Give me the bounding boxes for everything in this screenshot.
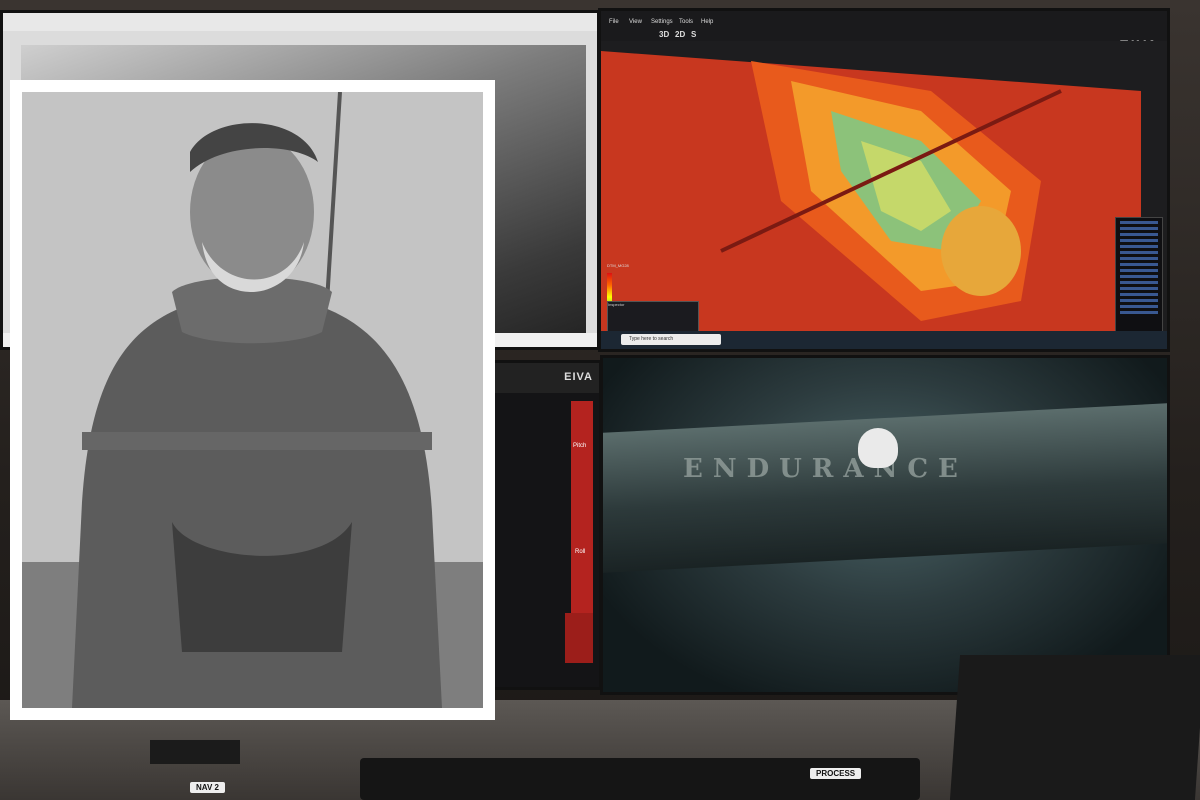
toolbar-s-button[interactable]: S <box>691 30 696 39</box>
monitor-bottom-left: EIVA Pitch Roll <box>490 360 602 690</box>
taskbar-search-box[interactable]: Type here to search <box>621 334 721 345</box>
monitor-top-right: File View Settings Tools Help 3D 2D S EI… <box>598 8 1170 352</box>
range-readout-panel <box>565 613 593 663</box>
roll-label: Roll <box>575 549 586 555</box>
usb-hub <box>150 740 240 764</box>
app-menu-bar: File View Settings Tools Help 3D 2D S <box>601 11 1167 41</box>
monitor-bottom-right: ENDURANCE <box>600 355 1170 695</box>
sea-anemone <box>858 428 898 468</box>
menu-settings[interactable]: Settings <box>651 19 673 25</box>
menu-file[interactable]: File <box>609 19 619 25</box>
key-label-process: PROCESS <box>810 768 862 779</box>
shipwreck-point-cloud <box>601 51 1141 337</box>
inspector-panel[interactable]: Inspector <box>607 301 699 333</box>
project-tree-panel[interactable] <box>1115 217 1163 337</box>
attitude-indicator <box>571 401 593 613</box>
3d-viewport[interactable]: DTM_MG28 <box>601 41 1167 337</box>
viewer-title-bar <box>3 13 597 31</box>
portrait-figure <box>22 92 483 708</box>
pitch-label: Pitch <box>573 443 587 449</box>
windows-taskbar: Type here to search <box>601 331 1167 349</box>
inspector-title: Inspector <box>608 302 625 307</box>
eiva-logo-small: EIVA <box>564 371 593 383</box>
laptop-device <box>949 655 1200 800</box>
menu-tools[interactable]: Tools <box>679 19 693 25</box>
eiva-toolbar: EIVA <box>493 363 599 393</box>
hull-nameplate: ENDURANCE <box>683 454 968 484</box>
portrait-photo <box>22 92 483 708</box>
menu-help[interactable]: Help <box>701 19 713 25</box>
keyboard: NAV 2 PROCESS <box>190 758 920 800</box>
toolbar-2d-button[interactable]: 2D <box>675 30 685 39</box>
legend-title: DTM_MG28 <box>607 263 629 268</box>
toolbar-3d-button[interactable]: 3D <box>659 30 669 39</box>
key-label-nav2: NAV 2 <box>190 782 225 793</box>
menu-view[interactable]: View <box>629 19 642 25</box>
